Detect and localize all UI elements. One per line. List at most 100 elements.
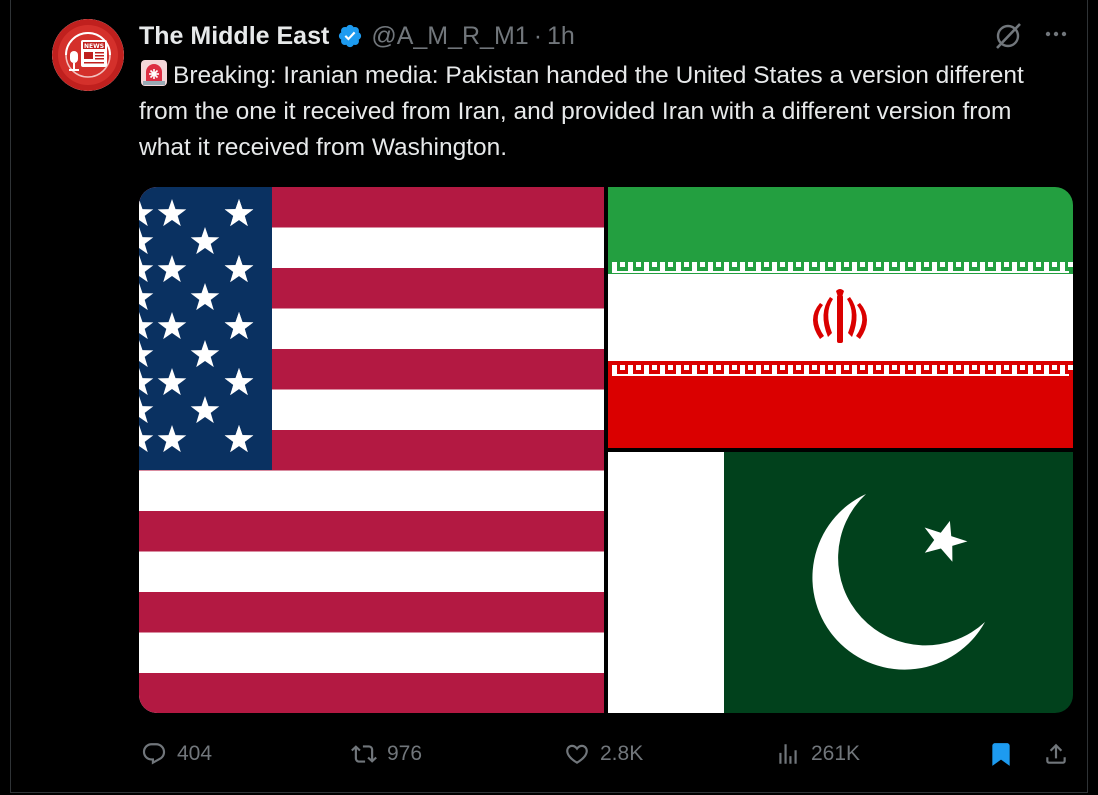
kufic-mark: [636, 262, 641, 267]
kufic-mark: [916, 262, 921, 271]
kufic-mark: [788, 262, 793, 271]
media-grid[interactable]: [139, 187, 1073, 713]
kufic-mark: [620, 365, 625, 370]
kufic-mark: [756, 262, 761, 271]
tweet-card[interactable]: NEWS The Middle East @A_M_R_M1 · 1h Brea…: [10, 0, 1088, 793]
iran-flag-image[interactable]: [608, 187, 1073, 448]
kufic-mark: [924, 365, 929, 370]
kufic-mark: [708, 365, 713, 374]
tweet-text: Breaking: Iranian media: Pakistan handed…: [139, 58, 1059, 166]
verified-badge-icon[interactable]: [337, 23, 363, 49]
reply-icon: [142, 743, 166, 765]
kufic-mark: [700, 262, 705, 267]
more-options-icon[interactable]: [1041, 19, 1071, 49]
kufic-mark: [900, 365, 905, 374]
kufic-mark: [876, 262, 881, 267]
avatar-label: NEWS: [84, 43, 104, 50]
kufic-mark: [732, 262, 737, 267]
kufic-mark: [748, 262, 753, 267]
kufic-mark: [756, 365, 761, 374]
kufic-mark: [780, 262, 785, 267]
kufic-mark: [932, 365, 937, 374]
kufic-mark: [1028, 365, 1033, 374]
kufic-mark: [652, 262, 657, 267]
kufic-mark: [836, 262, 841, 271]
kufic-mark: [1052, 262, 1057, 267]
kufic-mark: [1004, 262, 1009, 267]
kufic-mark: [964, 262, 969, 271]
kufic-mark: [884, 262, 889, 271]
kufic-mark: [908, 262, 913, 267]
kufic-mark: [796, 262, 801, 267]
kufic-mark: [644, 262, 649, 271]
kufic-mark: [788, 365, 793, 374]
kufic-line: [612, 271, 1069, 273]
kufic-mark: [980, 365, 985, 374]
kufic-mark: [676, 262, 681, 271]
like-button[interactable]: 2.8K: [564, 738, 643, 770]
kufic-mark: [892, 365, 897, 370]
repost-count: 976: [387, 742, 423, 765]
kufic-line: [612, 374, 1069, 376]
kufic-mark: [924, 262, 929, 267]
kufic-mark: [1012, 262, 1017, 271]
us-flag-image[interactable]: [139, 187, 604, 713]
kufic-mark: [780, 365, 785, 370]
bookmark-button[interactable]: [988, 738, 1014, 770]
share-icon: [1046, 743, 1066, 764]
kufic-mark: [740, 262, 745, 271]
kufic-mark: [612, 262, 617, 271]
kufic-mark: [940, 365, 945, 370]
kufic-mark: [996, 262, 1001, 271]
kufic-mark: [652, 365, 657, 370]
share-button[interactable]: [1043, 738, 1069, 770]
author-handle[interactable]: @A_M_R_M1: [371, 22, 528, 51]
views-button[interactable]: 261K: [775, 738, 860, 770]
tweet-body: Breaking: Iranian media: Pakistan handed…: [139, 62, 1024, 161]
police-light-emoji-icon: [141, 60, 167, 86]
kufic-mark: [1036, 262, 1041, 267]
kufic-mark: [1004, 365, 1009, 370]
kufic-mark: [916, 365, 921, 374]
views-count: 261K: [811, 742, 861, 765]
kufic-mark: [900, 262, 905, 271]
kufic-mark: [1068, 262, 1073, 267]
kufic-mark: [964, 365, 969, 374]
kufic-mark: [764, 262, 769, 267]
kufic-mark: [668, 262, 673, 267]
reply-count: 404: [177, 742, 213, 765]
kufic-mark: [852, 262, 857, 271]
kufic-mark: [948, 365, 953, 374]
kufic-mark: [764, 365, 769, 370]
reply-button[interactable]: 404: [141, 738, 212, 770]
kufic-mark: [692, 365, 697, 374]
kufic-mark: [628, 262, 633, 271]
kufic-mark: [1028, 262, 1033, 271]
pakistan-flag-image[interactable]: [608, 452, 1073, 713]
tweet-header: The Middle East @A_M_R_M1 · 1h: [139, 20, 575, 52]
kufic-mark: [1020, 365, 1025, 370]
repost-icon: [351, 745, 377, 763]
kufic-mark: [724, 365, 729, 374]
bookmark-icon: [992, 743, 1010, 766]
kufic-mark: [956, 365, 961, 370]
kufic-mark: [844, 365, 849, 370]
kufic-mark: [644, 365, 649, 374]
grok-icon[interactable]: [993, 21, 1023, 51]
kufic-mark: [812, 365, 817, 370]
avatar[interactable]: NEWS: [52, 19, 124, 91]
kufic-mark: [1044, 365, 1049, 374]
kufic-mark: [748, 365, 753, 370]
kufic-mark: [772, 365, 777, 374]
timestamp[interactable]: 1h: [547, 22, 575, 51]
heart-icon: [566, 744, 588, 764]
kufic-mark: [740, 365, 745, 374]
kufic-mark: [772, 262, 777, 271]
author-name[interactable]: The Middle East: [139, 22, 329, 51]
kufic-mark: [796, 365, 801, 370]
repost-button[interactable]: 976: [351, 738, 422, 770]
kufic-mark: [804, 365, 809, 374]
kufic-mark: [852, 365, 857, 374]
kufic-mark: [1052, 365, 1057, 370]
kufic-mark: [700, 365, 705, 370]
